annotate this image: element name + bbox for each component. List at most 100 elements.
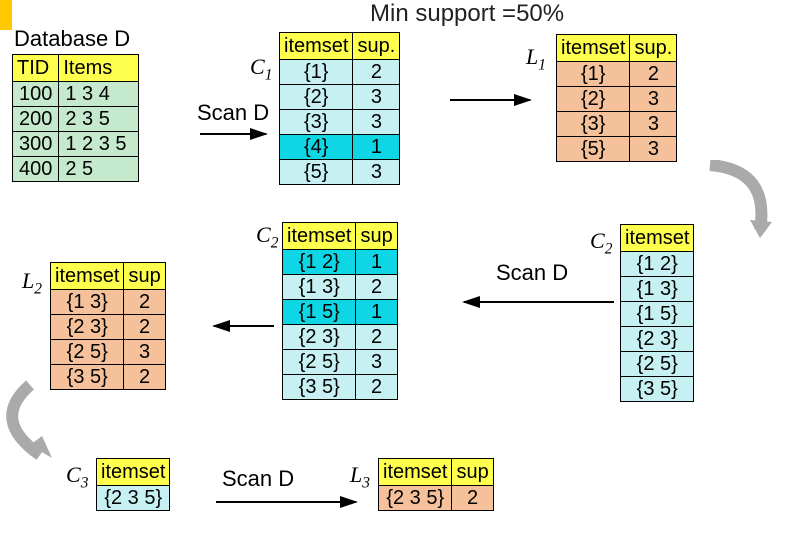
cell: 1 [356,250,397,275]
col-itemset: itemset [557,35,630,62]
table-row: 1001 3 4 [13,82,139,107]
arrow-c1-l1 [450,90,540,110]
cell: 3 [353,110,400,135]
title-min-support: Min support =50% [370,0,564,28]
table-row: {5}3 [280,160,400,185]
col-itemset: itemset [283,223,356,250]
cell: 3 [124,340,165,365]
cell: {3 5} [621,377,694,402]
table-row: {1 3}2 [283,275,398,300]
cell: 1 2 3 5 [59,132,139,157]
label-l3: L3 [350,462,370,492]
table-l2: itemsetsup {1 3}2{2 3}2{2 5}3{3 5}2 [50,262,166,390]
arrow-l2-c3 [0,380,90,470]
label-c2-cand: C2 [590,228,612,258]
cell: {1 3} [283,275,356,300]
col-itemset: itemset [621,225,694,252]
col-sup: sup [124,263,165,290]
col-sup: sup. [353,33,400,60]
cell: 3 [630,137,677,162]
label-l1: L1 [526,44,546,74]
cell: 1 [356,300,397,325]
table-row: {2 3}2 [283,325,398,350]
table-row: {2 3 5} [97,486,170,511]
arrow-l1-c2 [700,160,780,240]
col-sup: sup [356,223,397,250]
table-l1: itemsetsup. {1}2{2}3{3}3{5}3 [556,34,677,162]
cell: 1 3 4 [59,82,139,107]
table-row: {2 3 5}2 [379,486,494,511]
cell: 2 3 5 [59,107,139,132]
label-database-d: Database D [14,26,130,52]
table-l3: itemsetsup {2 3 5}2 [378,458,494,511]
table-row: {2}3 [557,87,677,112]
cell: 2 [356,375,397,400]
cell: {2 3} [621,327,694,352]
col-itemset: itemset [379,459,452,486]
table-row: 4002 5 [13,157,139,182]
col-sup: sup. [630,35,677,62]
table-row: {1 2} [621,252,694,277]
cell: 3 [630,87,677,112]
table-row: {2 3}2 [51,315,166,340]
cell: {1} [280,60,353,85]
cell: {3} [557,112,630,137]
cell: {1 5} [283,300,356,325]
table-c2-scanned: itemsetsup {1 2}1{1 3}2{1 5}1{2 3}2{2 5}… [282,222,398,400]
table-row: {1}2 [280,60,400,85]
cell: 200 [13,107,59,132]
label-scan-d-3: Scan D [222,466,294,492]
table-c3: itemset {2 3 5} [96,458,170,511]
table-row: {5}3 [557,137,677,162]
cell: {2 5} [51,340,124,365]
table-row: {3 5} [621,377,694,402]
cell: 3 [353,160,400,185]
cell: {2 3 5} [97,486,170,511]
table-row: {3 5}2 [283,375,398,400]
table-row: {2 5}3 [51,340,166,365]
arrow-scan-d-1 [200,124,276,144]
cell: 100 [13,82,59,107]
cell: {2} [557,87,630,112]
cell: {1} [557,62,630,87]
accent-bar [0,0,12,30]
col-items: Items [59,55,139,82]
cell: {5} [557,137,630,162]
table-row: {1 2}1 [283,250,398,275]
arrow-c2scan-l2 [204,316,274,336]
col-sup: sup [452,459,493,486]
cell: {1 3} [51,290,124,315]
col-itemset: itemset [97,459,170,486]
col-itemset: itemset [280,33,353,60]
cell: {1 3} [621,277,694,302]
table-c1: itemsetsup. {1}2{2}3{3}3{4}1{5}3 [279,32,400,185]
table-database-d: TIDItems 1001 3 42002 3 53001 2 3 54002 … [12,54,139,182]
cell: 2 [356,325,397,350]
cell: {4} [280,135,353,160]
table-row: {2}3 [280,85,400,110]
cell: {3} [280,110,353,135]
cell: 2 5 [59,157,139,182]
cell: 2 [630,62,677,87]
table-row: {4}1 [280,135,400,160]
cell: {1 2} [283,250,356,275]
cell: 400 [13,157,59,182]
cell: {5} [280,160,353,185]
cell: {2 3} [51,315,124,340]
label-scan-d-1: Scan D [197,100,269,126]
cell: 3 [630,112,677,137]
table-row: {1 5} [621,302,694,327]
table-row: {2 5} [621,352,694,377]
cell: {2} [280,85,353,110]
table-c2-candidates: itemset {1 2}{1 3}{1 5}{2 3}{2 5}{3 5} [620,224,694,402]
col-tid: TID [13,55,59,82]
cell: {1 5} [621,302,694,327]
col-itemset: itemset [51,263,124,290]
cell: 1 [353,135,400,160]
cell: 2 [124,315,165,340]
cell: 2 [124,365,165,390]
table-row: {1 5}1 [283,300,398,325]
arrow-c2cand-c2scan [454,292,614,312]
table-row: {3}3 [280,110,400,135]
cell: 2 [452,486,493,511]
